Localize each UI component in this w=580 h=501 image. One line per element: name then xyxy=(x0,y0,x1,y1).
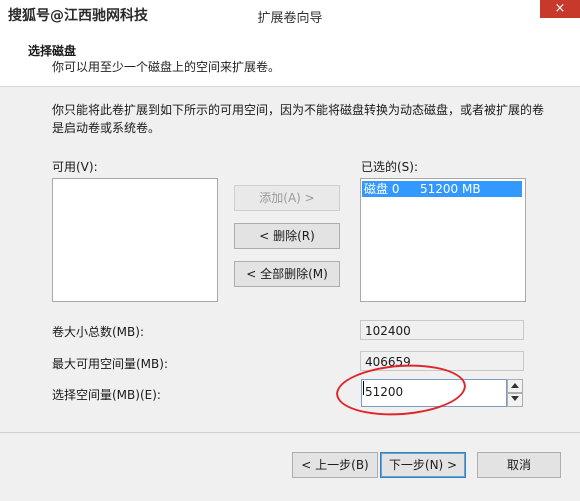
remove-button[interactable]: < 删除(R) xyxy=(234,223,340,249)
available-label: 可用(V): xyxy=(52,160,98,174)
description-text: 你只能将此卷扩展到如下所示的可用空间，因为不能将磁盘转换为动态磁盘，或者被扩展的… xyxy=(52,103,545,135)
amount-stepper[interactable] xyxy=(507,379,523,407)
close-icon: × xyxy=(554,1,566,16)
red-annotation-circle xyxy=(334,360,468,420)
wizard-header: 选择磁盘 你可以用至少一个磁盘上的空间来扩展卷。 xyxy=(0,30,580,87)
max-available-label: 最大可用空间量(MB): xyxy=(52,357,168,371)
selected-label: 已选的(S): xyxy=(361,160,419,174)
cancel-button[interactable]: 取消 xyxy=(477,452,561,478)
remove-all-button[interactable]: < 全部删除(M) xyxy=(234,261,340,287)
back-button[interactable]: < 上一步(B) xyxy=(292,452,378,478)
total-size-value: 102400 xyxy=(360,320,524,340)
window-title: 扩展卷向导 xyxy=(257,11,323,26)
add-button[interactable]: 添加(A) > xyxy=(234,185,340,211)
selected-disk-row[interactable]: 磁盘 0 51200 MB xyxy=(362,181,522,197)
down-arrow-icon xyxy=(511,396,519,401)
header-subtitle: 你可以用至少一个磁盘上的空间来扩展卷。 xyxy=(52,60,281,74)
available-disks-list[interactable] xyxy=(52,178,218,302)
title-bar: 搜狐号@江西驰网科技 扩展卷向导 × xyxy=(0,0,580,30)
decrement-button[interactable] xyxy=(507,393,523,407)
next-button[interactable]: 下一步(N) > xyxy=(380,452,466,478)
up-arrow-icon xyxy=(511,383,519,388)
total-size-label: 卷大小总数(MB): xyxy=(52,325,144,339)
selected-disk-name: 磁盘 0 xyxy=(364,182,400,196)
header-title: 选择磁盘 xyxy=(28,44,77,58)
increment-button[interactable] xyxy=(507,379,523,393)
selected-disk-size: 51200 MB xyxy=(420,182,481,196)
close-button[interactable]: × xyxy=(540,0,580,18)
select-amount-label: 选择空间量(MB)(E): xyxy=(52,388,161,402)
